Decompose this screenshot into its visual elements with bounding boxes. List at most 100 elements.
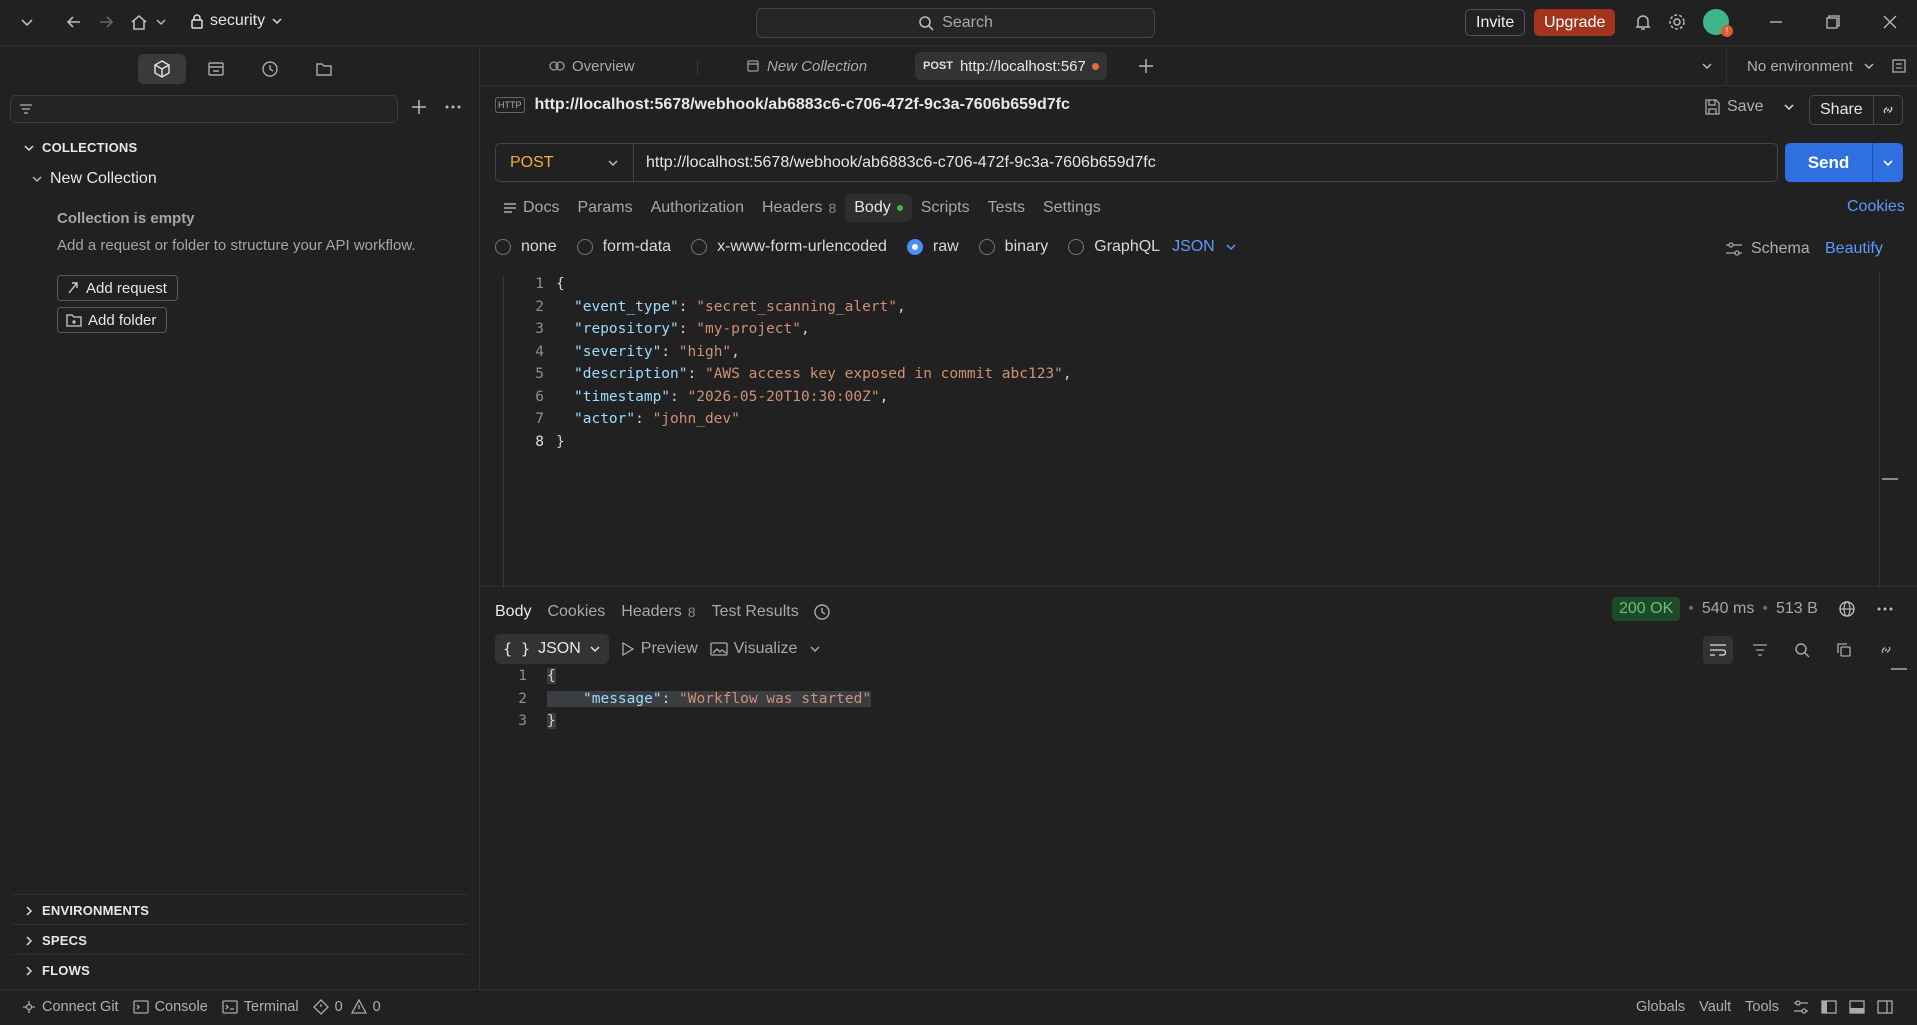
save-button[interactable]: Save [1703, 98, 1795, 116]
warnings-indicator[interactable]: 0 [350, 999, 381, 1015]
tab-overview[interactable]: Overview [541, 52, 643, 80]
tab-body[interactable]: Body [845, 194, 912, 222]
layout-sidebar-icon[interactable] [1821, 1000, 1837, 1014]
response-body-viewer[interactable]: 1 { 2 "message": "Workflow was started" … [495, 668, 1895, 758]
method-select[interactable]: POST [496, 144, 634, 181]
console-button[interactable]: Console [132, 999, 208, 1015]
specs-section[interactable]: SPECS [12, 924, 468, 954]
search-button[interactable] [1787, 636, 1817, 664]
radio-graphql[interactable] [1068, 239, 1085, 255]
visualize-button[interactable]: Visualize [710, 640, 797, 658]
schema-button[interactable]: Schema [1725, 240, 1810, 258]
upgrade-button[interactable]: Upgrade [1534, 9, 1616, 36]
copy-link-button[interactable] [1874, 96, 1902, 124]
cookies-link[interactable]: Cookies [1847, 198, 1905, 216]
minimize-icon[interactable] [1768, 14, 1784, 30]
forward-arrow-icon[interactable] [98, 14, 114, 30]
chevron-down-icon[interactable] [20, 15, 34, 29]
response-tab-body[interactable]: Body [495, 598, 539, 626]
tab-webhook-request[interactable]: POST http://localhost:5678/\ [915, 52, 1107, 80]
radio-none[interactable] [495, 239, 511, 255]
environments-view-button[interactable] [192, 54, 240, 84]
response-time[interactable]: 540 ms [1702, 600, 1754, 618]
share-button[interactable]: Share [1810, 96, 1874, 124]
terminal-button[interactable]: Terminal [222, 999, 299, 1015]
send-button[interactable]: Send [1785, 143, 1873, 182]
globals-button[interactable]: Globals [1636, 999, 1685, 1015]
body-type-none[interactable]: none [495, 238, 557, 256]
restore-icon[interactable] [1825, 14, 1841, 30]
copy-button[interactable] [1829, 636, 1859, 664]
layout-bottom-icon[interactable] [1849, 1000, 1865, 1014]
connect-git-button[interactable]: Connect Git [22, 999, 119, 1015]
tab-new-collection[interactable]: New Collection [738, 52, 875, 80]
tab-tests[interactable]: Tests [979, 194, 1034, 222]
body-type-form-data[interactable]: form-data [576, 238, 671, 256]
response-size[interactable]: 513 B [1776, 600, 1818, 618]
history-icon[interactable] [813, 603, 831, 621]
preview-button[interactable]: Preview [621, 640, 698, 658]
more-icon[interactable] [1876, 600, 1894, 618]
search-bar[interactable]: Search [756, 8, 1155, 38]
errors-indicator[interactable]: 0 [312, 999, 343, 1015]
vault-button[interactable]: Vault [1699, 999, 1731, 1015]
tab-scripts[interactable]: Scripts [912, 194, 979, 222]
response-format-select[interactable]: { } JSON [495, 634, 609, 664]
avatar[interactable]: ! [1703, 9, 1733, 37]
back-arrow-icon[interactable] [66, 14, 82, 30]
environments-section[interactable]: ENVIRONMENTS [12, 894, 468, 924]
tab-docs[interactable]: Docs [503, 194, 568, 222]
body-type-graphql[interactable]: GraphQL [1068, 238, 1160, 256]
wrap-lines-button[interactable] [1703, 636, 1733, 664]
tab-settings[interactable]: Settings [1034, 194, 1110, 222]
layout-right-icon[interactable] [1877, 1000, 1893, 1014]
response-tab-test-results[interactable]: Test Results [704, 598, 807, 626]
radio-raw[interactable] [906, 239, 923, 255]
tab-params[interactable]: Params [568, 194, 641, 222]
response-scrollbar[interactable] [1889, 666, 1907, 986]
url-input[interactable]: http://localhost:5678/webhook/ab6883c6-c… [634, 154, 1156, 172]
globe-icon[interactable] [1838, 600, 1856, 618]
status-badge[interactable]: 200 OK [1612, 597, 1681, 621]
more-icon[interactable] [444, 98, 462, 116]
environment-quicklook-icon[interactable] [1891, 58, 1907, 74]
radio-urlencoded[interactable] [691, 239, 708, 255]
tab-authorization[interactable]: Authorization [642, 194, 753, 222]
chevron-down-icon[interactable] [1783, 101, 1795, 113]
beautify-button[interactable]: Beautify [1825, 240, 1883, 258]
tab-headers[interactable]: Headers 8 [753, 194, 845, 222]
plus-icon[interactable] [410, 98, 428, 116]
collections-header[interactable]: COLLECTIONS [24, 140, 137, 155]
raw-format-select[interactable]: JSON [1172, 238, 1237, 256]
body-type-urlencoded[interactable]: x-www-form-urlencoded [691, 238, 887, 256]
send-options-button[interactable] [1873, 143, 1903, 182]
pane-divider[interactable] [481, 586, 1917, 587]
history-view-button[interactable] [246, 54, 294, 84]
radio-binary[interactable] [978, 239, 995, 255]
filter-button[interactable] [1745, 636, 1775, 664]
request-body-editor[interactable]: 1 { 2 "event_type": "secret_scanning_ale… [503, 276, 1897, 588]
radio-form-data[interactable] [576, 239, 593, 255]
flows-section[interactable]: FLOWS [12, 954, 468, 984]
settings-sliders-icon[interactable] [1793, 1000, 1809, 1014]
home-icon[interactable] [130, 13, 148, 31]
add-folder-button[interactable]: Add folder [57, 307, 168, 333]
chevron-down-icon[interactable] [809, 643, 821, 655]
body-type-binary[interactable]: binary [978, 238, 1048, 256]
workspace-selector[interactable]: security [190, 12, 283, 30]
response-tab-headers[interactable]: Headers 8 [613, 598, 703, 626]
close-icon[interactable] [1882, 14, 1898, 30]
copy-link-button[interactable] [1871, 636, 1901, 664]
collections-view-button[interactable] [138, 54, 186, 84]
add-request-button[interactable]: Add request [57, 275, 178, 301]
environment-selector[interactable]: No environment [1726, 46, 1896, 86]
body-type-raw[interactable]: raw [906, 238, 959, 256]
bell-icon[interactable] [1634, 13, 1652, 31]
tools-button[interactable]: Tools [1745, 999, 1779, 1015]
chevron-down-icon[interactable] [1701, 60, 1713, 72]
filter-input[interactable] [10, 95, 398, 123]
collection-item[interactable]: New Collection [32, 170, 157, 188]
chevron-down-icon[interactable] [155, 16, 167, 28]
plus-icon[interactable] [1138, 58, 1154, 74]
gear-icon[interactable] [1668, 13, 1686, 31]
